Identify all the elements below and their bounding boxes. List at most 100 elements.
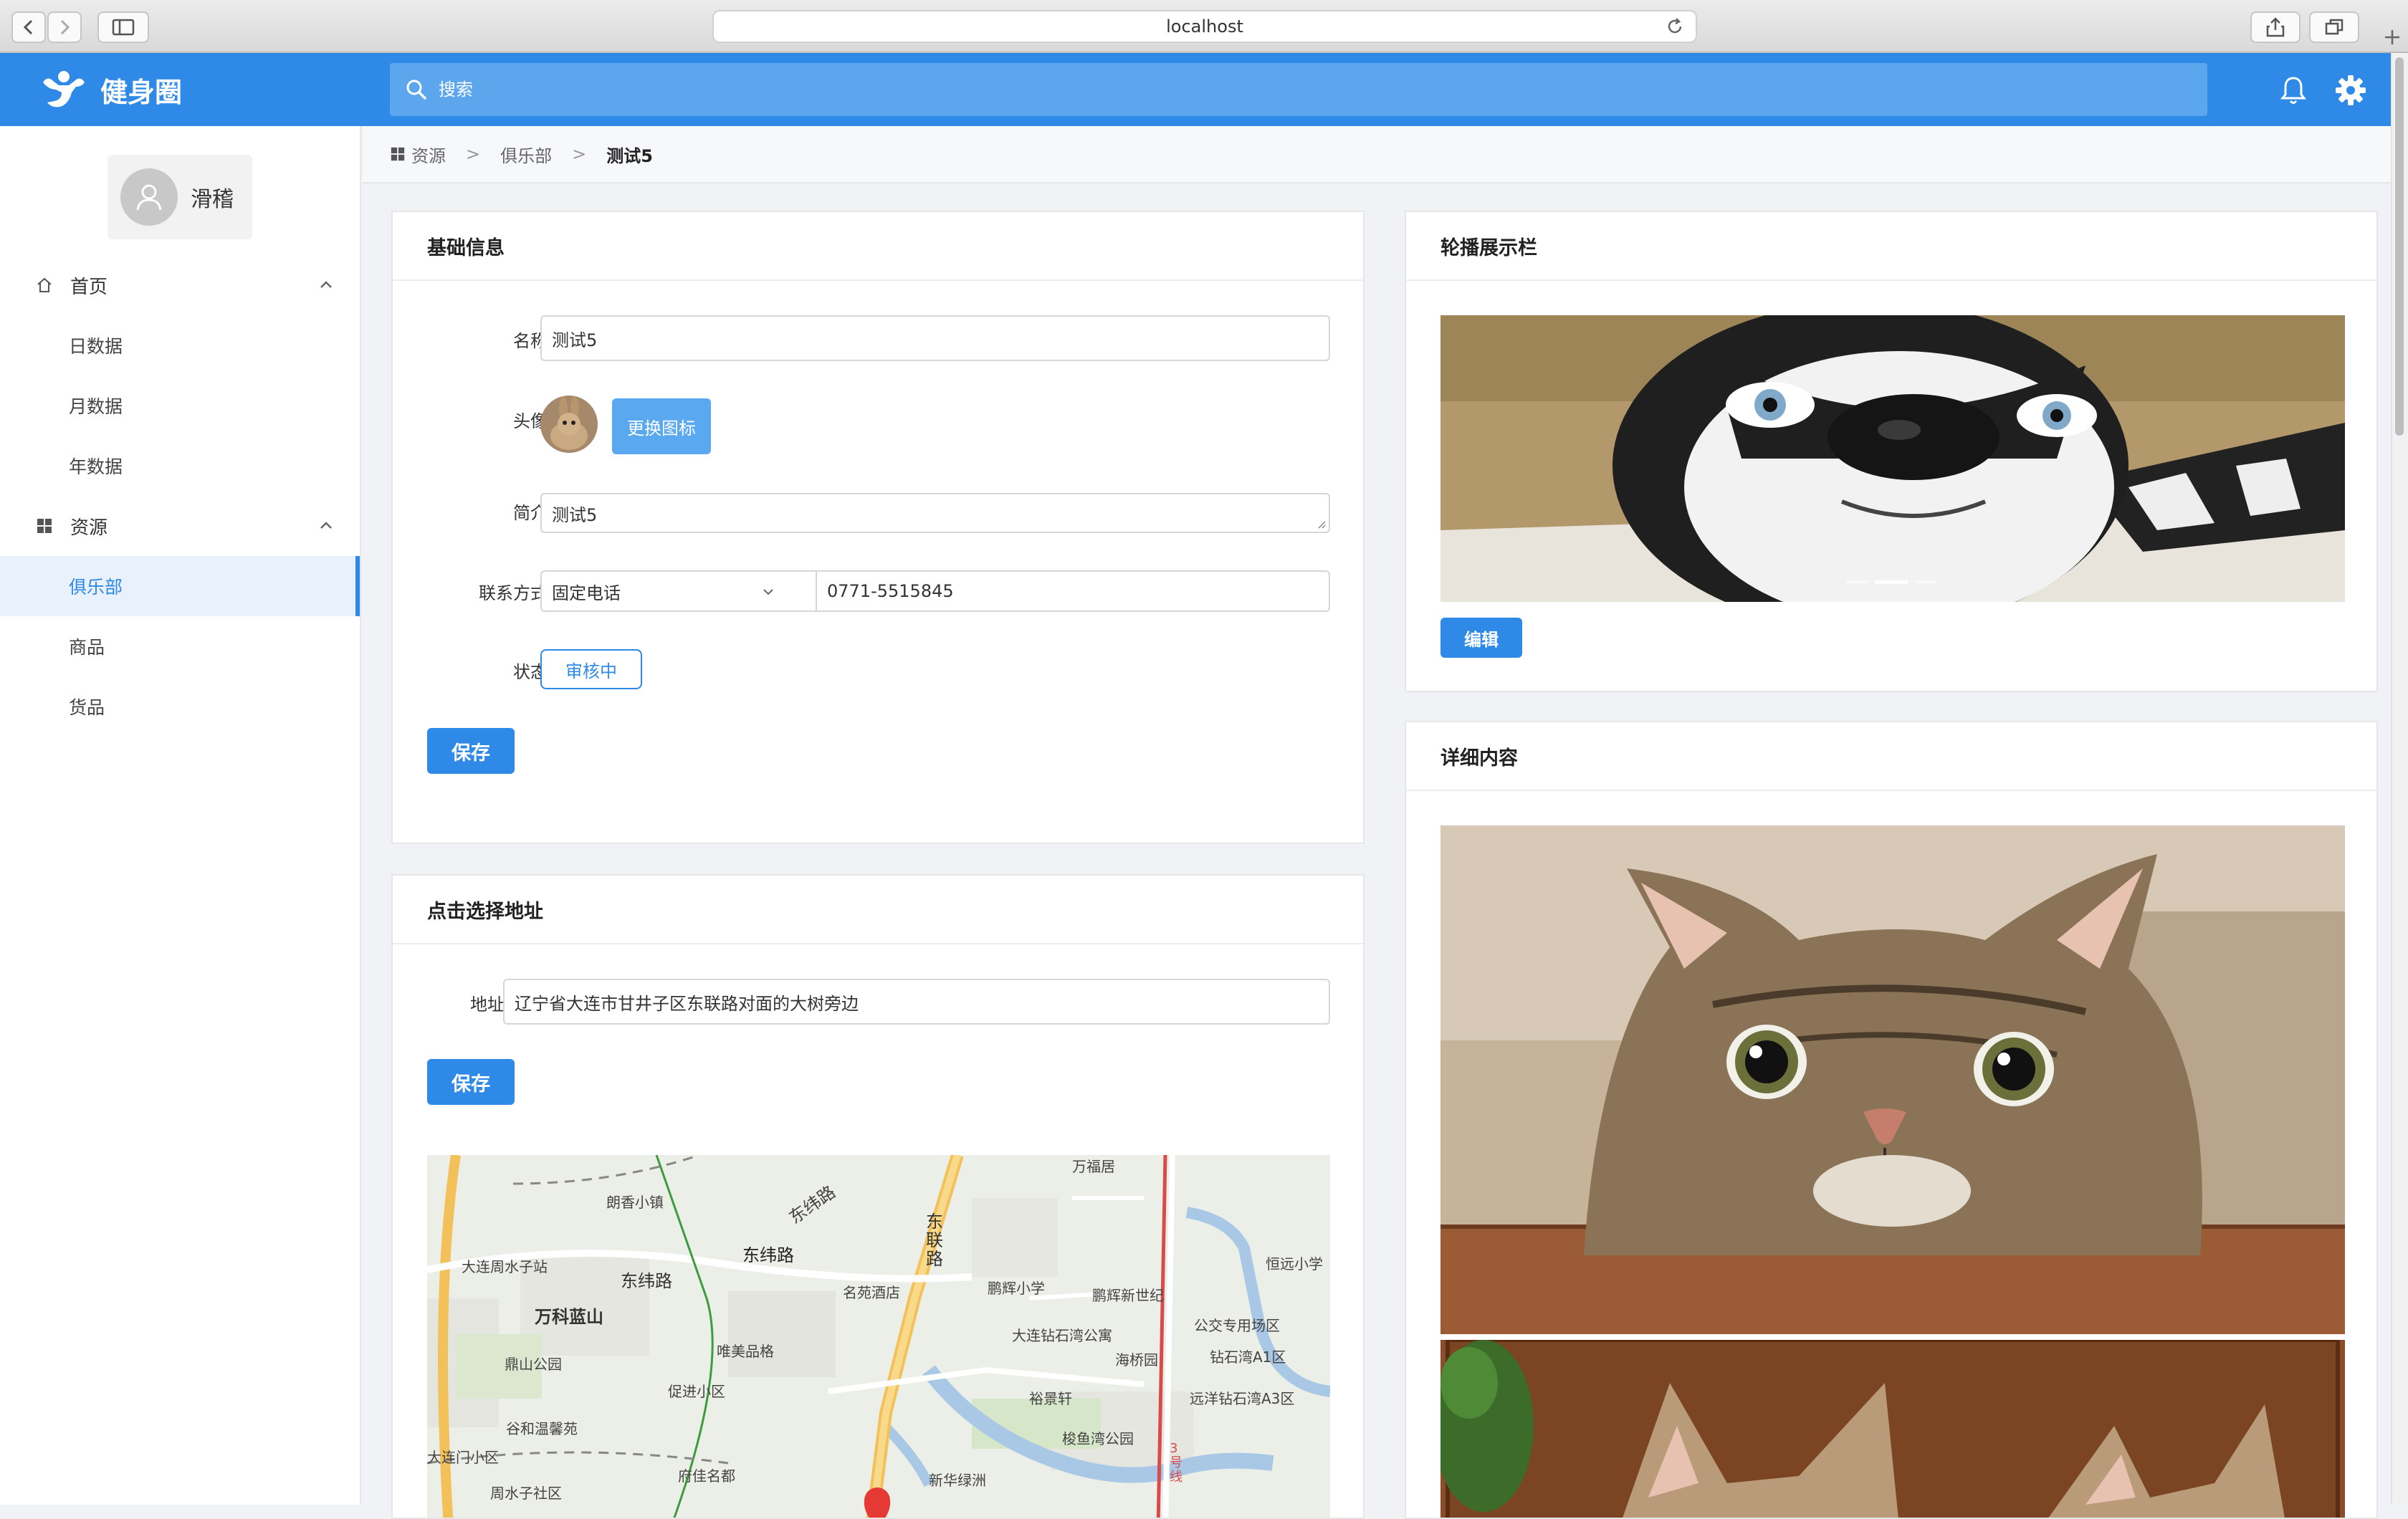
intro-textarea[interactable]: 测试5 (540, 493, 1330, 533)
address-bar[interactable]: localhost (712, 10, 1697, 43)
tabs-button[interactable] (2309, 11, 2359, 43)
sidebar-group-home[interactable]: 首页 (0, 255, 360, 315)
name-input[interactable]: 测试5 (540, 315, 1330, 361)
map-label: 万科蓝山 (535, 1307, 603, 1327)
card-title: 基础信息 (393, 212, 1363, 281)
address-map[interactable]: 万福居 朗香小镇 东纬路 东纬路 东联路 大连周水子站 东纬路 恒远小学 名苑酒… (427, 1155, 1330, 1519)
change-icon-button[interactable]: 更换图标 (612, 398, 711, 454)
bell-icon (2280, 77, 2307, 104)
rabbit-image (540, 396, 598, 453)
contact-type-value: 固定电话 (552, 583, 621, 603)
app-header: 健身圈 (0, 53, 2391, 126)
contact-input[interactable]: 0771-5515845 (816, 570, 1330, 612)
address-value: 辽宁省大连市甘井子区东联路对面的大树旁边 (515, 993, 859, 1014)
chevron-down-icon (763, 589, 773, 595)
sidebar-icon (112, 19, 135, 36)
sidebar-item-label: 日数据 (69, 336, 123, 357)
detail-image-1 (1440, 825, 2345, 1334)
intro-value: 测试5 (552, 504, 598, 525)
tabs-icon (2325, 19, 2344, 35)
sidebar-group-label: 资源 (70, 517, 108, 539)
sidebar-item-label: 年数据 (69, 456, 123, 477)
map-label: 大连周水子站 (462, 1258, 548, 1275)
save-basic-info-button[interactable]: 保存 (427, 728, 515, 774)
map-label: 新华绿洲 (929, 1472, 986, 1489)
map-label: 名苑酒店 (843, 1284, 900, 1301)
carousel-card: 轮播展示栏 编辑 (1405, 211, 2378, 692)
breadcrumb-separator: > (572, 144, 587, 164)
url-text: localhost (1166, 16, 1243, 37)
share-icon (2266, 17, 2285, 37)
user-card[interactable]: 滑稽 (108, 155, 252, 239)
home-icon (37, 277, 52, 292)
sidebar-item-label: 货品 (69, 697, 105, 718)
carousel-dot[interactable] (1915, 580, 1936, 583)
sidebar-toggle-button[interactable] (97, 11, 149, 43)
breadcrumb-item[interactable]: 资源 (411, 142, 446, 167)
carousel[interactable] (1440, 315, 2345, 602)
map-label: 裕景轩 (1029, 1390, 1072, 1407)
card-title: 轮播展示栏 (1406, 212, 2376, 281)
sidebar-item-products[interactable]: 商品 (0, 616, 360, 676)
scrollbar-thumb[interactable] (2395, 57, 2404, 436)
contact-value: 0771-5515845 (827, 581, 954, 601)
map-label: 远洋钻石湾A3区 (1190, 1390, 1295, 1407)
contact-type-select[interactable]: 固定电话 (540, 570, 817, 612)
sidebar-item-yearly[interactable]: 年数据 (0, 436, 360, 496)
map-label: 海桥园 (1115, 1351, 1158, 1369)
map-label: 大连钻石湾公寓 (1012, 1327, 1112, 1344)
husky-image (1440, 315, 2345, 602)
sidebar-item-label: 俱乐部 (69, 577, 123, 598)
brand[interactable]: 健身圈 (40, 53, 182, 126)
browser-toolbar: localhost (0, 0, 2408, 53)
carousel-dot[interactable] (1846, 580, 1868, 583)
carousel-indicators (1846, 580, 1939, 585)
save-address-button[interactable]: 保存 (427, 1059, 515, 1105)
chevron-up-icon (320, 522, 332, 529)
avatar (120, 168, 178, 226)
breadcrumb-item[interactable]: 俱乐部 (500, 142, 552, 167)
map-label: 钻石湾A1区 (1210, 1348, 1286, 1366)
resize-handle-icon[interactable] (1317, 520, 1326, 529)
map-label: 恒远小学 (1266, 1255, 1323, 1273)
address-input[interactable]: 辽宁省大连市甘井子区东联路对面的大树旁边 (503, 979, 1330, 1025)
back-button[interactable] (11, 11, 46, 43)
forward-button[interactable] (47, 11, 82, 43)
search-input[interactable] (437, 79, 867, 100)
carousel-dot-active[interactable] (1875, 580, 1908, 584)
sidebar-item-label: 月数据 (69, 396, 123, 417)
settings-button[interactable] (2332, 72, 2369, 109)
map-label: 朗香小镇 (606, 1194, 664, 1211)
map-label: 鹏辉新世纪 (1092, 1287, 1164, 1304)
chevron-right-icon (60, 19, 70, 35)
edit-carousel-button[interactable]: 编辑 (1440, 618, 1522, 658)
sidebar-item-monthly[interactable]: 月数据 (0, 375, 360, 436)
sidebar-group-label: 首页 (70, 276, 108, 298)
status-badge[interactable]: 审核中 (540, 649, 642, 689)
detail-image-2 (1440, 1340, 2345, 1518)
sidebar-item-daily[interactable]: 日数据 (0, 315, 360, 375)
sidebar: 滑稽 首页 日数据 月数据 年数据 资源 俱乐部 商品 货品 (0, 126, 361, 1505)
club-avatar-image (540, 396, 598, 453)
notification-button[interactable] (2275, 72, 2312, 109)
sidebar-item-goods[interactable]: 货品 (0, 676, 360, 737)
map-canvas[interactable] (427, 1155, 1330, 1519)
sidebar-group-resources[interactable]: 资源 (0, 496, 360, 556)
search-icon (406, 80, 426, 100)
cat-image (1440, 825, 2345, 1334)
grid-icon (391, 147, 405, 161)
reload-icon[interactable] (1666, 17, 1684, 36)
card-title: 点击选择地址 (393, 876, 1363, 944)
sidebar-item-label: 商品 (69, 637, 105, 658)
breadcrumb-separator: > (466, 144, 481, 164)
app-title: 健身圈 (100, 76, 183, 108)
user-icon (136, 184, 162, 211)
grid-icon (37, 519, 52, 533)
map-label: 东纬路 (742, 1245, 794, 1265)
new-tab-button[interactable] (2376, 21, 2408, 53)
search-bar[interactable] (390, 63, 2207, 116)
map-label: 大连门小区 (427, 1449, 499, 1466)
sidebar-item-clubs[interactable]: 俱乐部 (0, 556, 360, 616)
map-label: 周水子社区 (490, 1485, 562, 1502)
share-button[interactable] (2250, 11, 2300, 43)
